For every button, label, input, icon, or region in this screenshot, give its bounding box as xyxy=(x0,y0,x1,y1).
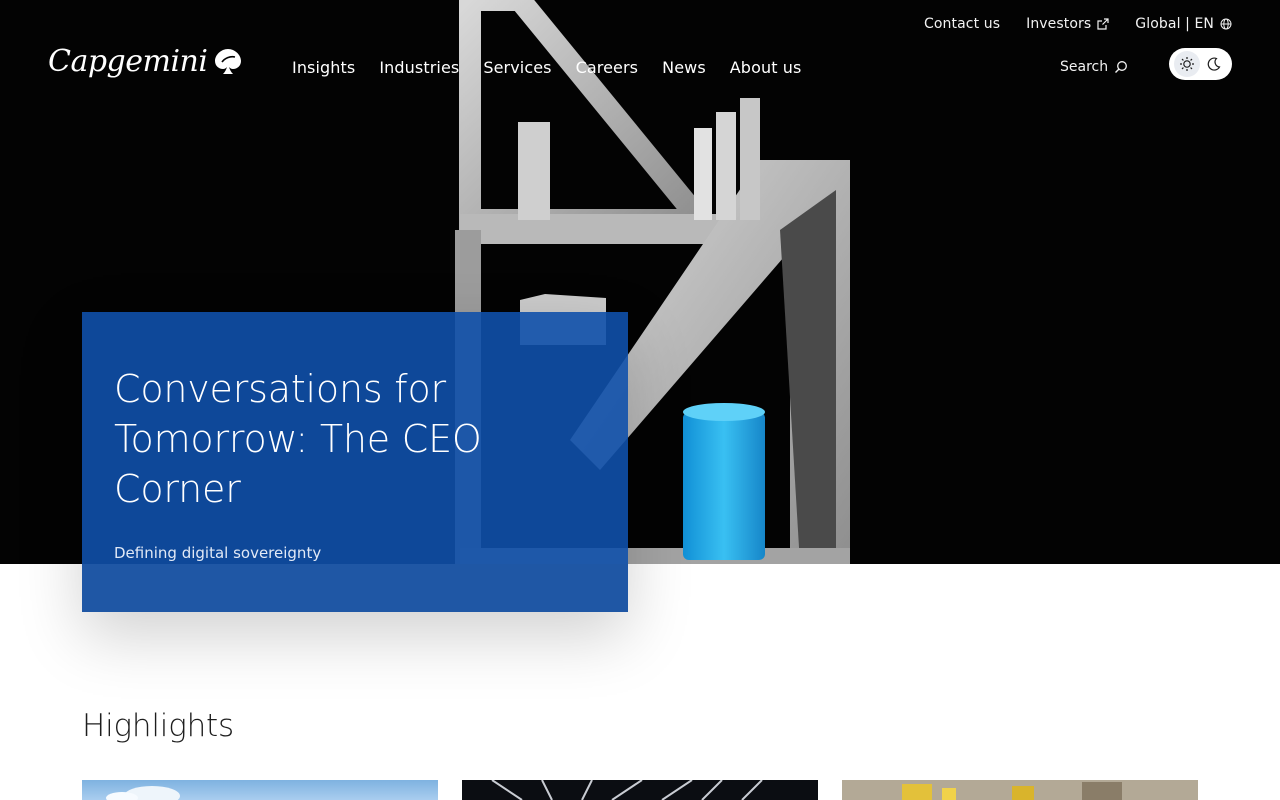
light-mode-button[interactable] xyxy=(1173,51,1200,77)
locale-selector[interactable]: Global | EN xyxy=(1135,16,1232,32)
nav-item-industries[interactable]: Industries xyxy=(379,58,459,77)
search-icon xyxy=(1115,61,1128,73)
contact-label: Contact us xyxy=(924,16,1001,32)
moon-icon xyxy=(1207,57,1221,71)
search-button[interactable]: Search xyxy=(1060,59,1128,75)
locale-label: Global | EN xyxy=(1135,16,1214,32)
contact-link[interactable]: Contact us xyxy=(924,16,1000,32)
investors-link[interactable]: Investors xyxy=(1026,16,1109,32)
street-image xyxy=(902,782,1122,800)
sky-building-image xyxy=(106,786,180,800)
nav-item-careers[interactable]: Careers xyxy=(576,58,639,77)
dark-mode-button[interactable] xyxy=(1201,51,1227,77)
logo-text: Capgemini xyxy=(48,44,208,79)
search-label: Search xyxy=(1060,59,1109,75)
highlights-heading: Highlights xyxy=(82,708,234,744)
theme-toggle[interactable] xyxy=(1169,48,1232,80)
hero-card[interactable]: Conversations for Tomorrow: The CEO Corn… xyxy=(82,312,628,612)
hero-subtitle: Defining digital sovereignty xyxy=(114,544,322,562)
highlight-card[interactable] xyxy=(842,780,1198,800)
highlight-card[interactable] xyxy=(462,780,818,800)
capgemini-logo[interactable]: Capgemini xyxy=(48,44,245,79)
external-link-icon xyxy=(1097,18,1109,30)
turbine-image xyxy=(491,780,763,800)
nav-item-about-us[interactable]: About us xyxy=(730,58,802,77)
spade-logo-icon xyxy=(215,48,242,74)
highlight-card[interactable] xyxy=(82,780,438,800)
main-nav: Insights Industries Services Careers New… xyxy=(292,58,825,77)
investors-label: Investors xyxy=(1026,16,1092,32)
nav-item-news[interactable]: News xyxy=(662,58,706,77)
sun-icon xyxy=(1179,57,1194,71)
nav-item-insights[interactable]: Insights xyxy=(292,58,355,77)
highlights-cards xyxy=(82,780,1198,800)
hero-title: Conversations for Tomorrow: The CEO Corn… xyxy=(114,367,482,511)
nav-item-services[interactable]: Services xyxy=(483,58,551,77)
utility-nav: Contact us Investors Global | EN xyxy=(924,16,1232,32)
globe-icon xyxy=(1220,18,1232,30)
